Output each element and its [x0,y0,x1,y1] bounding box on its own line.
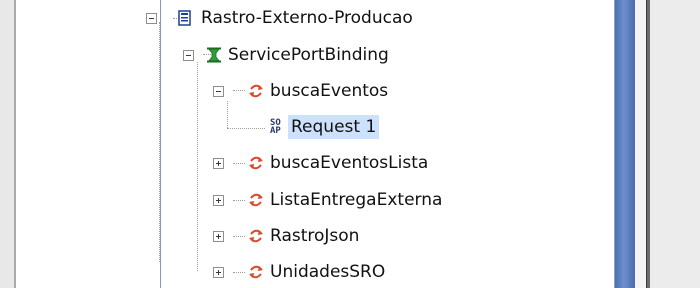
operation-label[interactable]: UnidadesSRO [267,260,388,284]
tree-node-project[interactable]: Rastro-Externo-Producao [16,5,606,31]
operation-label[interactable]: buscaEventos [267,79,391,103]
tree-node-operation[interactable]: ListaEntregaExterna [16,187,606,213]
editor-panel [650,0,700,288]
operation-icon [248,192,264,208]
tree-node-operation[interactable]: buscaEventos [16,78,606,104]
binding-label[interactable]: ServicePortBinding [225,43,392,67]
operation-icon [248,155,264,171]
tree-node-operation[interactable]: UnidadesSRO [16,259,606,285]
tree-node-request[interactable]: SO AP Request 1 [16,114,606,140]
soap-request-icon: SO AP [270,119,286,136]
operation-icon [248,83,264,99]
expand-toggle[interactable] [213,231,224,242]
operation-label[interactable]: buscaEventosLista [267,151,431,175]
operation-icon [248,228,264,244]
operation-icon [248,264,264,280]
project-icon [177,10,193,26]
request-label[interactable]: Request 1 [288,115,380,139]
expand-toggle[interactable] [213,195,224,206]
vertical-scrollbar[interactable] [614,0,635,288]
operation-label[interactable]: ListaEntregaExterna [267,188,445,212]
left-gutter [0,0,14,288]
project-label[interactable]: Rastro-Externo-Producao [198,6,416,30]
tree-node-operation[interactable]: RastroJson [16,223,606,249]
binding-icon [206,47,222,63]
scrollbar-thumb[interactable] [615,0,635,288]
collapse-toggle[interactable] [213,86,224,97]
tree-node-operation[interactable]: buscaEventosLista [16,150,606,176]
collapse-toggle[interactable] [146,13,157,24]
expand-toggle[interactable] [213,158,224,169]
tree-node-binding[interactable]: ServicePortBinding [16,42,606,68]
splitter-gap [635,0,646,288]
navigator-tree[interactable]: Rastro-Externo-Producao ServicePortBindi… [16,0,614,288]
operation-label[interactable]: RastroJson [267,224,362,248]
expand-toggle[interactable] [213,267,224,278]
soap-icon-text-bottom: AP [270,126,281,136]
collapse-toggle[interactable] [183,50,194,61]
